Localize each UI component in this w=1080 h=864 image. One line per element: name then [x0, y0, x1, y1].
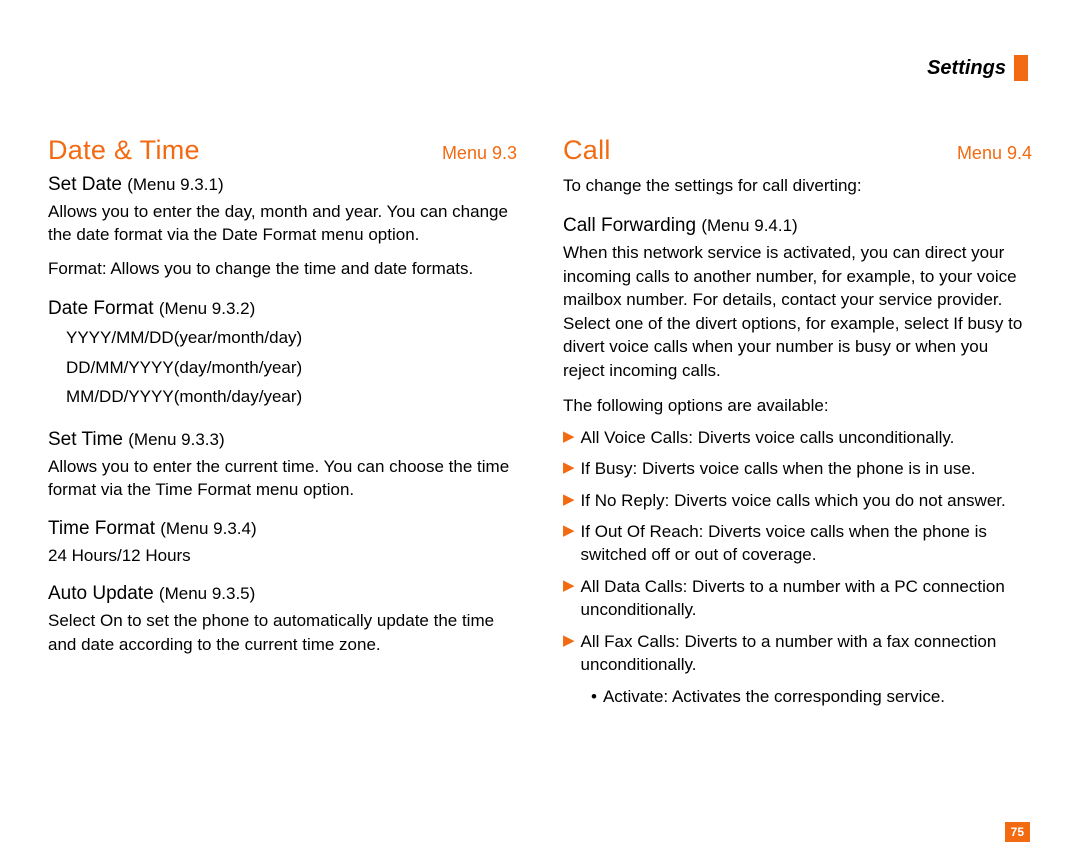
text: (day/month/year) — [174, 358, 303, 377]
triangle-icon: ▶ — [563, 575, 575, 598]
option-text: If No Reply: Diverts voice calls which y… — [581, 489, 1006, 512]
call-fwd-option: ▶ If No Reply: Diverts voice calls which … — [563, 489, 1032, 512]
text: (year/month/day) — [174, 328, 303, 347]
text: Diverts voice calls when the phone is in… — [637, 459, 975, 478]
call-fwd-body1: When this network service is activated, … — [563, 241, 1032, 382]
sub-head-set-time: Set Time (Menu 9.3.3) — [48, 429, 517, 451]
sub-heading: Auto Update — [48, 583, 154, 604]
option-text: All Voice Calls: Diverts voice calls unc… — [581, 426, 955, 449]
sub-menuref: (Menu 9.3.4) — [160, 519, 256, 538]
page-header: Settings — [48, 55, 1032, 81]
sub-heading: Call Forwarding — [563, 215, 696, 236]
sub-menuref: (Menu 9.4.1) — [701, 216, 797, 235]
call-fwd-option: ▶ All Data Calls: Diverts to a number wit… — [563, 575, 1032, 622]
subopt-text: Activate: Activates the corresponding se… — [603, 687, 945, 707]
text: Select — [48, 611, 100, 630]
section-title-call: Call — [563, 135, 611, 166]
text-bold: If No Reply: — [581, 491, 670, 510]
time-format-body: 24 Hours/12 Hours — [48, 544, 517, 567]
section-head-call: Call Menu 9.4 — [563, 135, 1032, 166]
sub-heading: Time Format — [48, 518, 155, 539]
call-fwd-option: ▶ All Voice Calls: Diverts voice calls un… — [563, 426, 1032, 449]
subsection-set-time: Set Time (Menu 9.3.3) Allows you to ente… — [48, 429, 517, 502]
subsection-auto-update: Auto Update (Menu 9.3.5) Select On to se… — [48, 583, 517, 656]
sub-menuref: (Menu 9.3.1) — [127, 175, 223, 194]
text: Diverts voice calls unconditionally. — [693, 428, 954, 447]
text-bold: DD/MM/YYYY — [66, 358, 174, 377]
bullet-icon: • — [591, 687, 597, 707]
text-bold: On — [100, 611, 123, 630]
subsection-set-date: Set Date (Menu 9.3.1) Allows you to ente… — [48, 174, 517, 280]
triangle-icon: ▶ — [563, 457, 575, 480]
text-bold: Date Format — [222, 225, 316, 244]
date-format-line3: MM/DD/YYYY(month/day/year) — [48, 385, 517, 408]
text-bold: All Data Calls: — [581, 577, 688, 596]
call-fwd-option: ▶ If Busy: Diverts voice calls when the p… — [563, 457, 1032, 480]
subsection-time-format: Time Format (Menu 9.3.4) 24 Hours/12 Hou… — [48, 518, 517, 567]
page-number-badge: 75 — [1005, 822, 1030, 842]
triangle-icon: ▶ — [563, 489, 575, 512]
text: When this network service is activated, … — [563, 243, 1017, 332]
text: Activates the corresponding service. — [668, 687, 945, 706]
triangle-icon: ▶ — [563, 520, 575, 543]
text-bold: If busy — [953, 314, 1003, 333]
manual-page: Settings Date & Time Menu 9.3 Set Date (… — [0, 0, 1080, 864]
triangle-icon: ▶ — [563, 630, 575, 653]
text: Diverts voice calls which you do not ans… — [669, 491, 1005, 510]
section-menu-datetime: Menu 9.3 — [442, 143, 517, 164]
date-format-line1: YYYY/MM/DD(year/month/day) — [48, 326, 517, 349]
right-column: Call Menu 9.4 To change the settings for… — [563, 135, 1032, 707]
call-fwd-option: ▶ All Fax Calls: Diverts to a number with… — [563, 630, 1032, 677]
sub-menuref: (Menu 9.3.3) — [128, 430, 224, 449]
text-bold: All Voice Calls: — [581, 428, 693, 447]
content-columns: Date & Time Menu 9.3 Set Date (Menu 9.3.… — [48, 135, 1032, 707]
text: (month/day/year) — [174, 387, 303, 406]
subsection-call-forwarding: Call Forwarding (Menu 9.4.1) When this n… — [563, 215, 1032, 706]
sub-heading: Set Date — [48, 174, 122, 195]
call-fwd-options: ▶ All Voice Calls: Diverts voice calls un… — [563, 426, 1032, 677]
date-format-line2: DD/MM/YYYY(day/month/year) — [48, 356, 517, 379]
text: menu option. — [316, 225, 419, 244]
sub-menuref: (Menu 9.3.5) — [159, 584, 255, 603]
text-bold: Activate: — [603, 687, 668, 706]
set-date-body1: Allows you to enter the day, month and y… — [48, 200, 517, 247]
sub-head-auto-update: Auto Update (Menu 9.3.5) — [48, 583, 517, 605]
call-intro: To change the settings for call divertin… — [563, 174, 1032, 197]
sub-menuref: (Menu 9.3.2) — [159, 299, 255, 318]
option-text: All Data Calls: Diverts to a number with… — [581, 575, 1032, 622]
auto-update-body: Select On to set the phone to automatica… — [48, 609, 517, 656]
section-head-datetime: Date & Time Menu 9.3 — [48, 135, 517, 166]
text-bold: MM/DD/YYYY — [66, 387, 174, 406]
text-bold: If Busy: — [581, 459, 638, 478]
sub-heading: Date Format — [48, 298, 154, 319]
sub-head-date-format: Date Format (Menu 9.3.2) — [48, 298, 517, 320]
header-title: Settings — [927, 57, 1006, 80]
left-column: Date & Time Menu 9.3 Set Date (Menu 9.3.… — [48, 135, 517, 707]
call-fwd-option: ▶ If Out Of Reach: Diverts voice calls wh… — [563, 520, 1032, 567]
text-bold: If Out Of Reach: — [581, 522, 704, 541]
option-text: All Fax Calls: Diverts to a number with … — [581, 630, 1032, 677]
call-fwd-subopt-activate: • Activate: Activates the corresponding … — [563, 687, 1032, 707]
call-fwd-body2: The following options are available: — [563, 394, 1032, 417]
set-time-body: Allows you to enter the current time. Yo… — [48, 455, 517, 502]
text-bold: All Fax Calls: — [581, 632, 680, 651]
header-accent-tab — [1014, 55, 1028, 81]
sub-head-time-format: Time Format (Menu 9.3.4) — [48, 518, 517, 540]
sub-head-set-date: Set Date (Menu 9.3.1) — [48, 174, 517, 196]
option-text: If Out Of Reach: Diverts voice calls whe… — [581, 520, 1032, 567]
subsection-date-format: Date Format (Menu 9.3.2) YYYY/MM/DD(year… — [48, 298, 517, 408]
set-date-body2: Format: Allows you to change the time an… — [48, 257, 517, 280]
sub-head-call-forwarding: Call Forwarding (Menu 9.4.1) — [563, 215, 1032, 237]
section-menu-call: Menu 9.4 — [957, 143, 1032, 164]
sub-heading: Set Time — [48, 429, 123, 450]
section-title-datetime: Date & Time — [48, 135, 200, 166]
text-bold: YYYY/MM/DD — [66, 328, 174, 347]
triangle-icon: ▶ — [563, 426, 575, 449]
option-text: If Busy: Diverts voice calls when the ph… — [581, 457, 976, 480]
